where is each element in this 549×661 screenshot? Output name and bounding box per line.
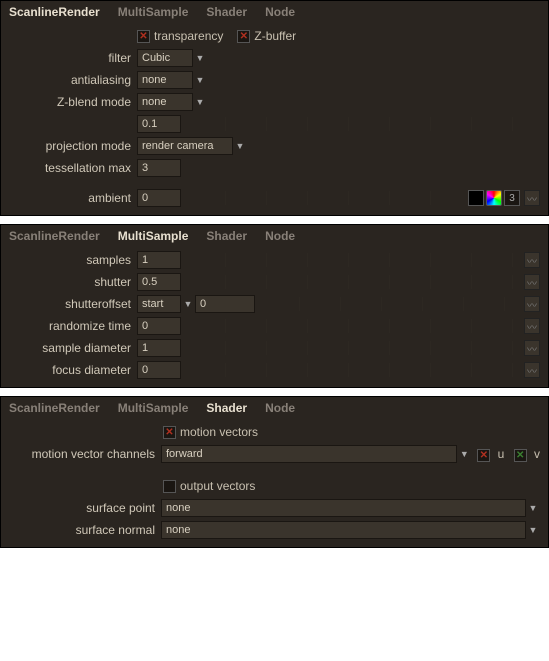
tessmax-input[interactable]: 3 bbox=[137, 159, 181, 177]
tab-multisample[interactable]: MultiSample bbox=[118, 5, 189, 19]
shutter-slider[interactable] bbox=[185, 275, 522, 289]
tab-node[interactable]: Node bbox=[265, 229, 295, 243]
tab-bar: ScanlineRender MultiSample Shader Node bbox=[1, 225, 548, 249]
shutteroffset-label: shutteroffset bbox=[9, 297, 137, 311]
projectionmode-select[interactable]: render camera bbox=[137, 137, 233, 155]
ambient-count[interactable]: 3 bbox=[504, 190, 520, 206]
shutter-input[interactable]: 0.5 bbox=[137, 273, 181, 291]
sampledia-input[interactable]: 1 bbox=[137, 339, 181, 357]
tab-shader[interactable]: Shader bbox=[206, 5, 247, 19]
v-checkbox[interactable] bbox=[514, 449, 527, 462]
filter-select[interactable]: Cubic bbox=[137, 49, 193, 67]
shutteroffset-slider[interactable] bbox=[259, 297, 522, 311]
ambient-label: ambient bbox=[9, 191, 137, 205]
antialiasing-select[interactable]: none bbox=[137, 71, 193, 89]
tab-shader[interactable]: Shader bbox=[206, 401, 247, 415]
samples-input[interactable]: 1 bbox=[137, 251, 181, 269]
randomize-slider[interactable] bbox=[185, 319, 522, 333]
ambient-color-swatch[interactable] bbox=[468, 190, 484, 206]
chevron-down-icon[interactable]: ▼ bbox=[233, 141, 247, 151]
tab-bar: ScanlineRender MultiSample Shader Node bbox=[1, 397, 548, 421]
outputvectors-checkbox[interactable] bbox=[163, 480, 176, 493]
scanline-render-panel: ScanlineRender MultiSample Shader Node t… bbox=[0, 0, 549, 216]
chevron-down-icon[interactable]: ▼ bbox=[193, 97, 207, 107]
zblendmode-select[interactable]: none bbox=[137, 93, 193, 111]
tab-node[interactable]: Node bbox=[265, 5, 295, 19]
zblendrange-slider[interactable] bbox=[185, 117, 540, 131]
anim-curve-icon[interactable]: 〰 bbox=[524, 340, 540, 356]
zblendmode-label: Z-blend mode bbox=[9, 95, 137, 109]
chevron-down-icon[interactable]: ▼ bbox=[193, 53, 207, 63]
multisample-panel: ScanlineRender MultiSample Shader Node s… bbox=[0, 224, 549, 388]
focusdia-label: focus diameter bbox=[9, 363, 137, 377]
chevron-down-icon[interactable]: ▼ bbox=[526, 503, 540, 513]
shutteroffset-select[interactable]: start bbox=[137, 295, 181, 313]
projectionmode-label: projection mode bbox=[9, 139, 137, 153]
u-checkbox[interactable] bbox=[477, 449, 490, 462]
transparency-checkbox[interactable] bbox=[137, 30, 150, 43]
surfacenormal-label: surface normal bbox=[9, 523, 161, 537]
anim-curve-icon[interactable]: 〰 bbox=[524, 296, 540, 312]
samples-slider[interactable] bbox=[185, 253, 522, 267]
anim-curve-icon[interactable]: 〰 bbox=[524, 274, 540, 290]
u-label: u bbox=[498, 447, 505, 461]
chevron-down-icon[interactable]: ▼ bbox=[181, 299, 195, 309]
ambient-input[interactable]: 0 bbox=[137, 189, 181, 207]
mvchannels-label: motion vector channels bbox=[9, 447, 161, 461]
antialiasing-label: antialiasing bbox=[9, 73, 137, 87]
ambient-slider[interactable] bbox=[185, 191, 464, 205]
transparency-label: transparency bbox=[154, 29, 223, 43]
zblendrange-input[interactable]: 0.1 bbox=[137, 115, 181, 133]
sampledia-label: sample diameter bbox=[9, 341, 137, 355]
shutter-label: shutter bbox=[9, 275, 137, 289]
focusdia-input[interactable]: 0 bbox=[137, 361, 181, 379]
chevron-down-icon[interactable]: ▼ bbox=[457, 449, 471, 459]
tab-multisample[interactable]: MultiSample bbox=[118, 229, 189, 243]
shader-panel: ScanlineRender MultiSample Shader Node m… bbox=[0, 396, 549, 548]
tessmax-label: tessellation max bbox=[9, 161, 137, 175]
outputvectors-label: output vectors bbox=[180, 479, 255, 493]
sampledia-slider[interactable] bbox=[185, 341, 522, 355]
color-wheel-icon[interactable] bbox=[486, 190, 502, 206]
shutteroffset-input[interactable]: 0 bbox=[195, 295, 255, 313]
filter-label: filter bbox=[9, 51, 137, 65]
tab-scanline[interactable]: ScanlineRender bbox=[9, 229, 100, 243]
chevron-down-icon[interactable]: ▼ bbox=[193, 75, 207, 85]
randomize-input[interactable]: 0 bbox=[137, 317, 181, 335]
zbuffer-checkbox[interactable] bbox=[237, 30, 250, 43]
motionvectors-checkbox[interactable] bbox=[163, 426, 176, 439]
tab-multisample[interactable]: MultiSample bbox=[118, 401, 189, 415]
anim-curve-icon[interactable]: 〰 bbox=[524, 318, 540, 334]
tab-bar: ScanlineRender MultiSample Shader Node bbox=[1, 1, 548, 25]
tab-node[interactable]: Node bbox=[265, 401, 295, 415]
chevron-down-icon[interactable]: ▼ bbox=[526, 525, 540, 535]
v-label: v bbox=[534, 447, 540, 461]
focusdia-slider[interactable] bbox=[185, 363, 522, 377]
tab-shader[interactable]: Shader bbox=[206, 229, 247, 243]
mvchannels-select[interactable]: forward bbox=[161, 445, 457, 463]
surfacenormal-select[interactable]: none bbox=[161, 521, 526, 539]
tab-scanline[interactable]: ScanlineRender bbox=[9, 5, 100, 19]
anim-curve-icon[interactable]: 〰 bbox=[524, 252, 540, 268]
anim-curve-icon[interactable]: 〰 bbox=[524, 362, 540, 378]
tab-scanline[interactable]: ScanlineRender bbox=[9, 401, 100, 415]
samples-label: samples bbox=[9, 253, 137, 267]
motionvectors-label: motion vectors bbox=[180, 425, 258, 439]
randomize-label: randomize time bbox=[9, 319, 137, 333]
surfacepoint-select[interactable]: none bbox=[161, 499, 526, 517]
anim-curve-icon[interactable]: 〰 bbox=[524, 190, 540, 206]
zbuffer-label: Z-buffer bbox=[254, 29, 296, 43]
surfacepoint-label: surface point bbox=[9, 501, 161, 515]
